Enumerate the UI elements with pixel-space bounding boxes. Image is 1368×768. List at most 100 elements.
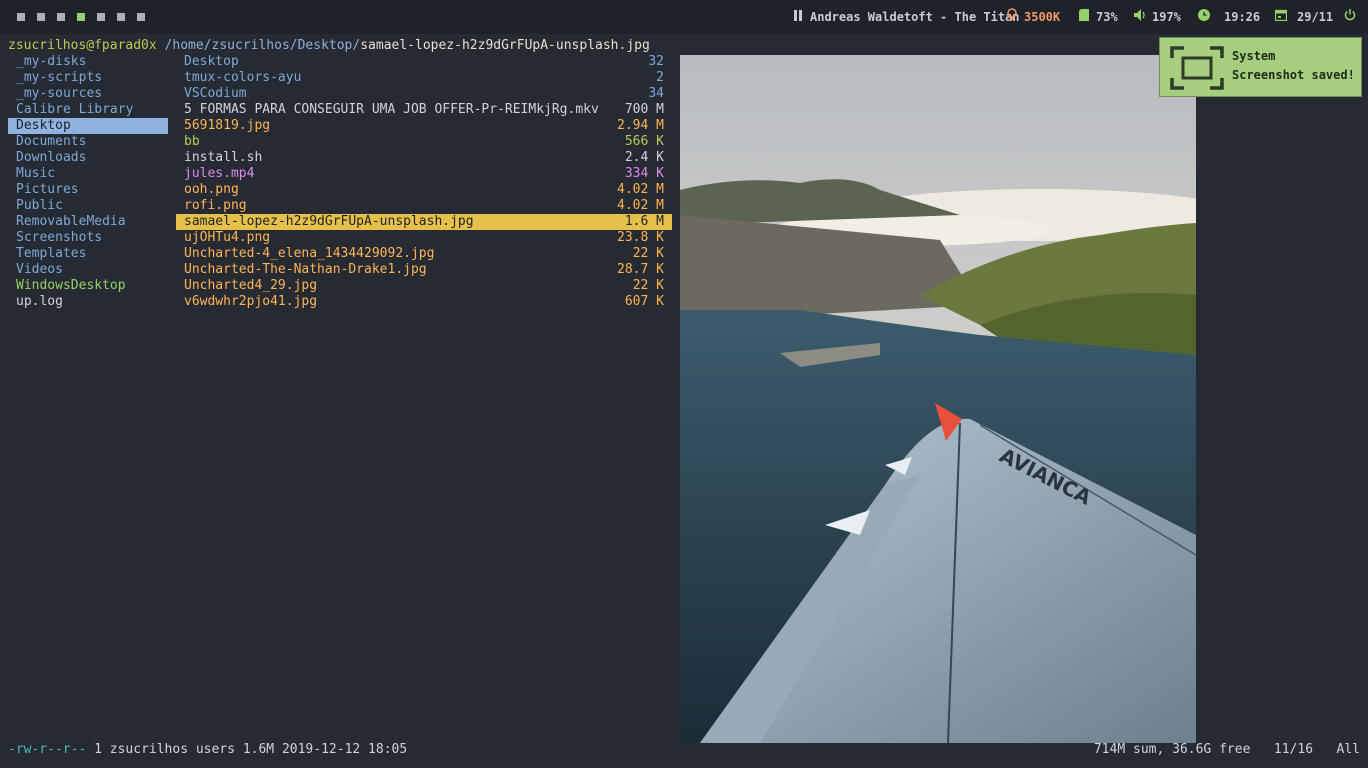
cursor-position: 11/16	[1273, 742, 1314, 757]
workspace-indicator-6[interactable]	[117, 13, 125, 21]
memory-value: 3500K	[1024, 10, 1061, 24]
entry-size: 32	[648, 54, 664, 69]
speaker-icon[interactable]	[1134, 0, 1146, 34]
entry-name: Uncharted-4_elena_1434429092.jpg	[184, 246, 435, 261]
workspace-indicator-7[interactable]	[137, 13, 145, 21]
entry-name: Screenshots	[16, 230, 103, 245]
disk-value: 73%	[1096, 10, 1118, 24]
file-list-item[interactable]: 5 FORMAS PARA CONSEGUIR UMA JOB OFFER-Pr…	[176, 102, 672, 118]
entry-name: VSCodium	[184, 86, 247, 101]
date-widget: 29/11	[1274, 0, 1333, 34]
status-file-info: -rw-r--r-- 1 zsucrilhos users 1.6M 2019-…	[8, 742, 407, 758]
clock-widget: 19:26	[1198, 0, 1260, 34]
entry-size: 334 K	[624, 166, 664, 181]
disk-summary: 714M sum, 36.6G free	[1093, 742, 1251, 757]
file-list-item[interactable]: ooh.png 4.02 M	[176, 182, 672, 198]
parent-list-item[interactable]: Videos	[8, 262, 168, 278]
entry-size: 566 K	[624, 134, 664, 149]
parent-list-item[interactable]: up.log	[8, 294, 168, 310]
file-list-item[interactable]: Uncharted-The-Nathan-Drake1.jpg 28.7 K	[176, 262, 672, 278]
file-list-item[interactable]: Uncharted4_29.jpg 22 K	[176, 278, 672, 294]
screenshot-icon	[1170, 46, 1224, 94]
file-list-item[interactable]: Uncharted-4_elena_1434429092.jpg 22 K	[176, 246, 672, 262]
file-list-column: Desktop 32 tmux-colors-ayu 2 VSCodium 34 5 FOR…	[176, 54, 672, 310]
workspace-indicator-1[interactable]	[17, 13, 25, 21]
parent-list-item[interactable]: Documents	[8, 134, 168, 150]
user-host: zsucrilhos@fparad0x	[8, 38, 157, 53]
file-list-item[interactable]: v6wdwhr2pjo41.jpg 607 K	[176, 294, 672, 310]
entry-size: 700 M	[624, 102, 664, 117]
entry-name: Templates	[16, 246, 87, 261]
entry-name: 5691819.jpg	[184, 118, 271, 133]
path-directory: /home/zsucrilhos/Desktop/	[164, 38, 361, 53]
file-metadata: 1 zsucrilhos users 1.6M 2019-12-12 18:05	[94, 742, 408, 757]
workspace-indicator-3[interactable]	[57, 13, 65, 21]
parent-list-item[interactable]: _my-sources	[8, 86, 168, 102]
entry-name: _my-sources	[16, 86, 103, 101]
parent-list-item[interactable]: Downloads	[8, 150, 168, 166]
parent-list-item[interactable]: _my-disks	[8, 54, 168, 70]
entry-name: Uncharted-The-Nathan-Drake1.jpg	[184, 262, 427, 277]
file-list-item[interactable]: VSCodium 34	[176, 86, 672, 102]
entry-name: _my-scripts	[16, 70, 103, 85]
entry-name: up.log	[16, 294, 63, 309]
power-icon[interactable]	[1344, 0, 1356, 34]
entry-name: Videos	[16, 262, 63, 277]
parent-list-item[interactable]: Screenshots	[8, 230, 168, 246]
parent-list-item[interactable]: Public	[8, 198, 168, 214]
disk-widget: 73%	[1078, 0, 1118, 34]
workspace-indicator-4[interactable]	[77, 13, 85, 21]
entry-name: Documents	[16, 134, 87, 149]
parent-directory-column: _my-disks _my-scripts _my-sources Calibre L…	[8, 54, 168, 310]
entry-name: install.sh	[184, 150, 263, 165]
entry-name: Desktop	[184, 54, 239, 69]
file-list-item[interactable]: rofi.png 4.02 M	[176, 198, 672, 214]
power-button[interactable]	[1344, 0, 1362, 34]
entry-size: 4.02 M	[617, 198, 664, 213]
volume-widget[interactable]: 197%	[1134, 0, 1181, 34]
top-bar: Andreas Waldetoft - The Titan 3500K 73% …	[0, 0, 1368, 34]
workspace-indicator-5[interactable]	[97, 13, 105, 21]
entry-name: Calibre Library	[16, 102, 134, 117]
file-list-item[interactable]: tmux-colors-ayu 2	[176, 70, 672, 86]
entry-name: RemovableMedia	[16, 214, 126, 229]
file-list-item[interactable]: jules.mp4 334 K	[176, 166, 672, 182]
entry-size: 607 K	[624, 294, 664, 309]
parent-list-item[interactable]: Desktop	[8, 118, 168, 134]
path-filename: samael-lopez-h2z9dGrFUpA-unsplash.jpg	[360, 38, 650, 53]
entry-name: bb	[184, 134, 200, 149]
parent-list-item[interactable]: Calibre Library	[8, 102, 168, 118]
entry-size: 34	[648, 86, 664, 101]
notification-popup[interactable]: System Screenshot saved!	[1159, 37, 1362, 97]
file-list-item[interactable]: Desktop 32	[176, 54, 672, 70]
entry-name: samael-lopez-h2z9dGrFUpA-unsplash.jpg	[184, 214, 474, 229]
entry-size: 2	[656, 70, 664, 85]
parent-list-item[interactable]: _my-scripts	[8, 70, 168, 86]
lightbulb-icon	[1006, 0, 1018, 34]
parent-list-item[interactable]: Pictures	[8, 182, 168, 198]
file-list-item[interactable]: samael-lopez-h2z9dGrFUpA-unsplash.jpg 1.6…	[176, 214, 672, 230]
clock-icon	[1198, 0, 1210, 34]
parent-list-item[interactable]: Templates	[8, 246, 168, 262]
airplane-wing-photo: AVIANCA	[680, 55, 1196, 743]
parent-list-item[interactable]: WindowsDesktop	[8, 278, 168, 294]
entry-size: 28.7 K	[617, 262, 664, 277]
entry-size: 22 K	[632, 246, 664, 261]
calendar-icon	[1274, 0, 1288, 34]
file-list-item[interactable]: bb 566 K	[176, 134, 672, 150]
time-value: 19:26	[1224, 10, 1261, 24]
entry-name: Pictures	[16, 182, 79, 197]
music-widget[interactable]: Andreas Waldetoft - The Titan	[792, 0, 1020, 34]
entry-name: v6wdwhr2pjo41.jpg	[184, 294, 318, 309]
file-list-item[interactable]: ujOHTu4.png 23.8 K	[176, 230, 672, 246]
parent-list-item[interactable]: RemovableMedia	[8, 214, 168, 230]
workspace-indicator-2[interactable]	[37, 13, 45, 21]
file-list-item[interactable]: install.sh 2.4 K	[176, 150, 672, 166]
parent-list-item[interactable]: Music	[8, 166, 168, 182]
entry-name: jules.mp4	[184, 166, 255, 181]
entry-name: ooh.png	[184, 182, 239, 197]
notification-message: Screenshot saved!	[1232, 68, 1355, 82]
pause-icon[interactable]	[792, 0, 804, 34]
file-list-item[interactable]: 5691819.jpg 2.94 M	[176, 118, 672, 134]
entry-name: Desktop	[16, 118, 71, 133]
